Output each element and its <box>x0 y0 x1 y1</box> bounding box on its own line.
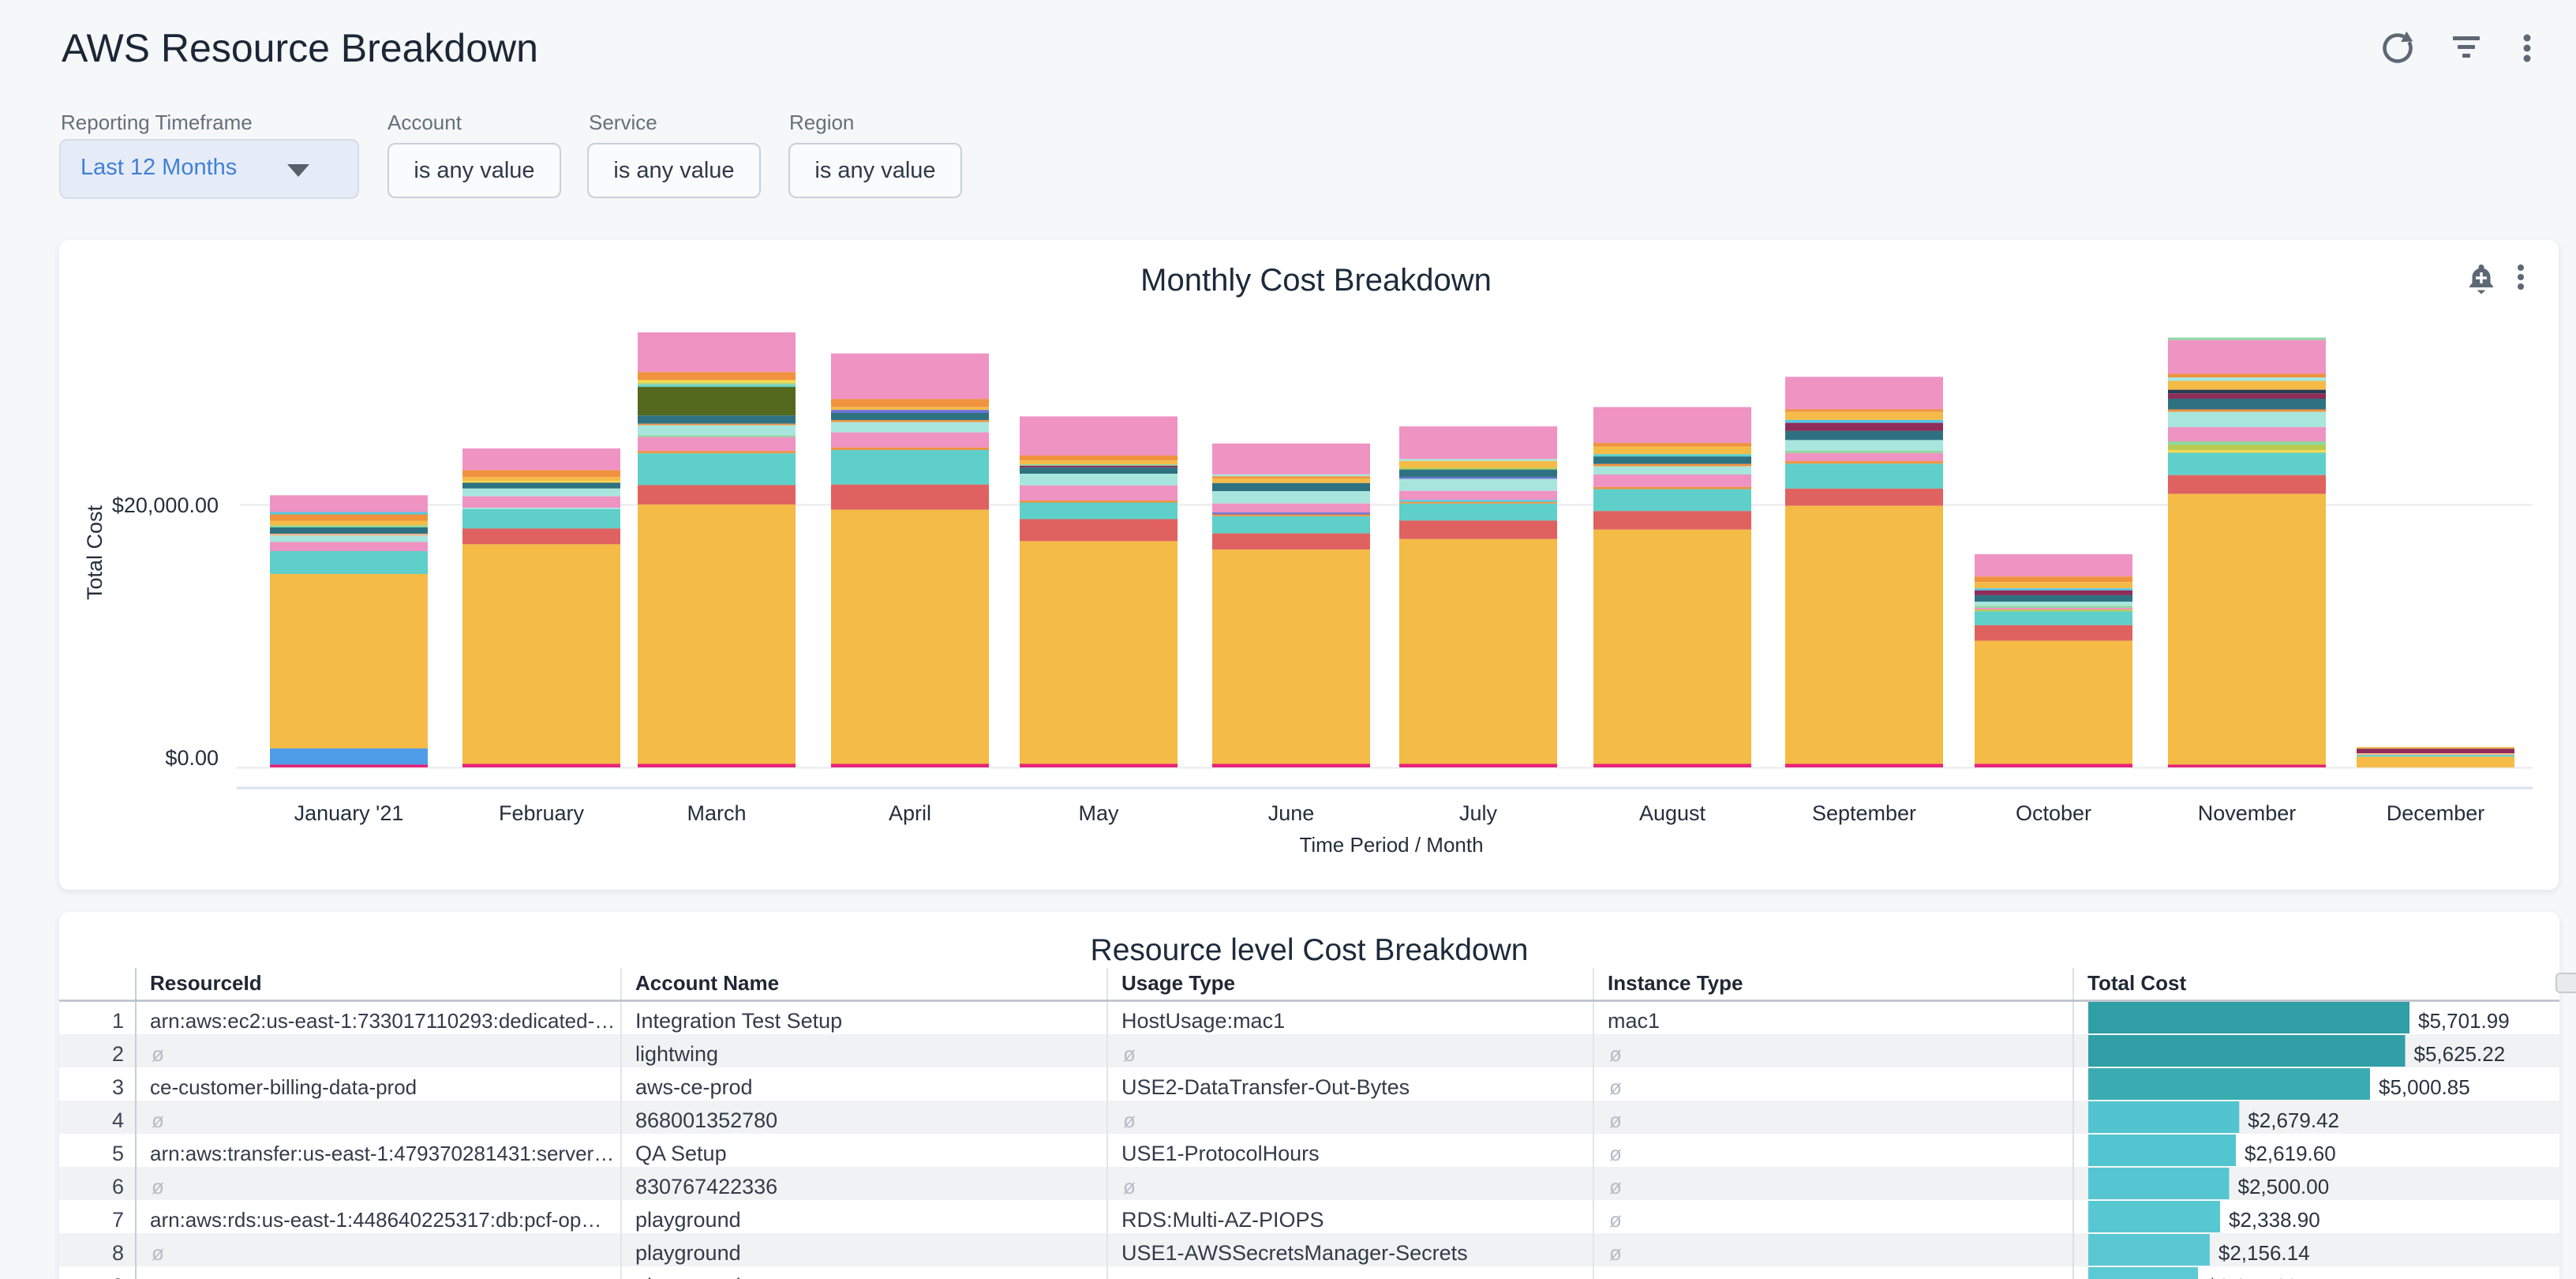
svg-text:ø: ø <box>1609 1208 1622 1232</box>
svg-text:ø: ø <box>1609 1108 1622 1132</box>
svg-text:USE2-DataTransfer-Out-Bytes: USE2-DataTransfer-Out-Bytes <box>1121 1075 1410 1099</box>
svg-text:Account Name: Account Name <box>635 971 779 995</box>
svg-text:USE1-AWSSecretsManager-Secrets: USE1-AWSSecretsManager-Secrets <box>1121 1241 1468 1265</box>
svg-text:Total Cost: Total Cost <box>2087 971 2187 995</box>
svg-text:4: 4 <box>112 1108 124 1132</box>
svg-text:ø: ø <box>1609 1175 1622 1198</box>
svg-text:ø: ø <box>1609 1274 1622 1279</box>
svg-text:$2,679.42: $2,679.42 <box>2248 1108 2339 1132</box>
svg-text:ø: ø <box>1123 1108 1136 1132</box>
svg-text:$2,045.33: $2,045.33 <box>2207 1274 2298 1279</box>
svg-text:ø: ø <box>152 1175 164 1198</box>
svg-text:$2,156.14: $2,156.14 <box>2218 1241 2310 1265</box>
svg-text:Integration Test Setup: Integration Test Setup <box>635 1009 842 1033</box>
svg-text:ø: ø <box>1123 1042 1136 1066</box>
svg-text:March: March <box>687 801 746 825</box>
svg-text:ø: ø <box>1609 1042 1622 1066</box>
svg-text:ce-customer-billing-data-prod: ce-customer-billing-data-prod <box>150 1075 417 1099</box>
svg-text:HostUsage:mac1: HostUsage:mac1 <box>1121 1009 1285 1033</box>
svg-text:aws-ce-prod: aws-ce-prod <box>635 1075 753 1099</box>
svg-text:868001352780: 868001352780 <box>635 1108 777 1132</box>
svg-text:$5,701.99: $5,701.99 <box>2418 1009 2510 1033</box>
svg-text:$2,338.90: $2,338.90 <box>2229 1208 2320 1232</box>
svg-text:Total Cost: Total Cost <box>83 504 107 600</box>
svg-text:playground: playground <box>635 1208 741 1232</box>
svg-text:$2,619.60: $2,619.60 <box>2245 1142 2336 1165</box>
svg-text:Instance Type: Instance Type <box>1608 971 1743 995</box>
svg-text:3: 3 <box>112 1075 124 1099</box>
svg-text:June: June <box>1268 801 1315 825</box>
svg-text:arn:aws:rds:us-east-1:44864022: arn:aws:rds:us-east-1:448640225317:db:pc… <box>150 1208 601 1232</box>
svg-text:$5,625.22: $5,625.22 <box>2414 1042 2506 1066</box>
svg-text:1: 1 <box>112 1009 124 1033</box>
svg-text:ø: ø <box>1609 1142 1622 1165</box>
svg-text:7: 7 <box>112 1208 124 1232</box>
svg-text:6: 6 <box>112 1175 124 1198</box>
svg-text:$5,000.85: $5,000.85 <box>2379 1075 2470 1099</box>
svg-text:ø: ø <box>1609 1241 1622 1265</box>
svg-text:May: May <box>1078 801 1119 825</box>
svg-text:QA Setup: QA Setup <box>635 1142 727 1165</box>
svg-text:ø: ø <box>1123 1175 1136 1198</box>
svg-text:2: 2 <box>112 1042 124 1066</box>
svg-text:playground: playground <box>635 1241 741 1265</box>
svg-text:lightwing: lightwing <box>635 1042 718 1066</box>
svg-text:September: September <box>1812 801 1916 825</box>
svg-text:ø: ø <box>152 1108 164 1132</box>
svg-text:November: November <box>2198 801 2297 825</box>
svg-text:830767422336: 830767422336 <box>635 1175 777 1198</box>
svg-text:mac1: mac1 <box>1608 1009 1660 1033</box>
svg-text:9: 9 <box>112 1274 124 1279</box>
svg-text:Time Period / Month: Time Period / Month <box>1299 833 1483 857</box>
svg-text:October: October <box>2016 801 2091 825</box>
svg-text:$2,500.00: $2,500.00 <box>2238 1175 2330 1198</box>
svg-text:January '21: January '21 <box>294 801 404 825</box>
svg-text:February: February <box>499 801 585 825</box>
svg-text:playground: playground <box>635 1274 741 1279</box>
svg-text:ø: ø <box>152 1241 164 1265</box>
svg-text:Usage Type: Usage Type <box>1121 971 1235 995</box>
svg-text:April: April <box>889 801 931 825</box>
svg-text:RDS:Multi-AZ-PIOPS: RDS:Multi-AZ-PIOPS <box>1121 1208 1324 1232</box>
svg-text:ø: ø <box>1609 1075 1622 1099</box>
svg-text:ø: ø <box>152 1274 164 1279</box>
svg-text:$20,000.00: $20,000.00 <box>112 493 219 517</box>
svg-text:July: July <box>1459 801 1498 825</box>
svg-text:ø: ø <box>152 1042 164 1066</box>
svg-text:December: December <box>2387 801 2485 825</box>
svg-text:8: 8 <box>112 1241 124 1265</box>
svg-text:5: 5 <box>112 1142 124 1165</box>
svg-text:August: August <box>1639 801 1706 825</box>
svg-text:arn:aws:transfer:us-east-1:479: arn:aws:transfer:us-east-1:479370281431:… <box>150 1142 614 1165</box>
svg-text:$0.00: $0.00 <box>165 746 219 770</box>
svg-text:ø: ø <box>1123 1274 1136 1279</box>
svg-text:ResourceId: ResourceId <box>150 971 262 995</box>
svg-text:USE1-ProtocolHours: USE1-ProtocolHours <box>1121 1142 1320 1165</box>
svg-text:arn:aws:ec2:us-east-1:73301711: arn:aws:ec2:us-east-1:733017110293:dedic… <box>150 1009 615 1033</box>
